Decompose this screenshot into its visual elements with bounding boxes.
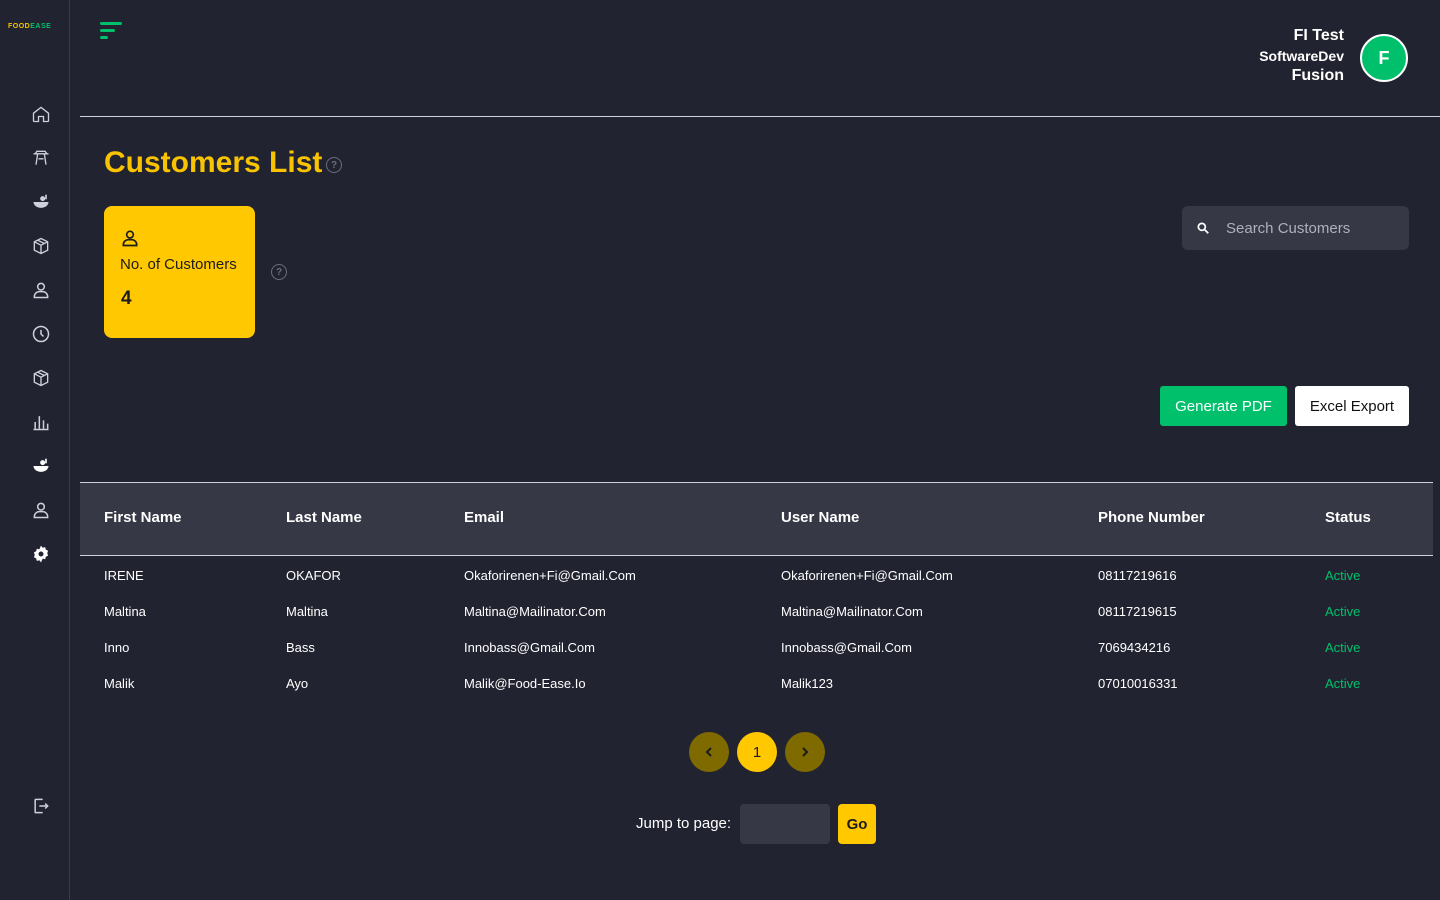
go-button[interactable]: Go — [838, 804, 876, 844]
cell-email: Malik@Food-Ease.Io — [464, 676, 586, 691]
bar-chart-icon — [33, 416, 49, 431]
chevron-left-icon — [705, 747, 712, 757]
column-header-first-name[interactable]: First Name — [104, 509, 182, 526]
logout-button[interactable] — [29, 794, 53, 818]
clock-icon — [32, 325, 50, 343]
search-input[interactable] — [1226, 219, 1401, 237]
logo-text-food: FOOD — [8, 23, 31, 30]
sidebar-item-reports[interactable] — [29, 410, 53, 434]
cell-first-name: Inno — [104, 640, 130, 655]
sidebar-item-inventory[interactable] — [29, 234, 53, 258]
cell-first-name: Maltina — [104, 604, 146, 619]
hamburger-menu-icon — [100, 22, 122, 39]
cell-last-name: Maltina — [286, 604, 328, 619]
dining-table-icon — [33, 150, 49, 165]
cell-email: Innobass@Gmail.Com — [464, 640, 595, 655]
cell-email: Maltina@Mailinator.Com — [464, 604, 606, 619]
cell-phone: 08117219615 — [1098, 604, 1177, 619]
column-header-user-name[interactable]: User Name — [781, 509, 859, 526]
brand-logo[interactable]: FOODEASE — [8, 23, 51, 30]
user-icon — [122, 230, 138, 247]
sidebar-item-customers[interactable] — [29, 278, 53, 302]
home-icon — [32, 106, 50, 123]
menu-toggle-button[interactable] — [98, 20, 124, 42]
next-page-button[interactable] — [785, 732, 825, 772]
status-badge: Active — [1325, 676, 1361, 691]
sidebar-item-products[interactable] — [29, 366, 53, 390]
user-name-line3: Fusion — [1291, 67, 1344, 85]
help-icon[interactable]: ? — [326, 157, 342, 173]
table-header: First Name Last Name Email User Name Pho… — [80, 482, 1433, 556]
table-row[interactable]: Maltina Maltina Maltina@Mailinator.Com M… — [80, 594, 1433, 630]
logout-icon — [34, 798, 49, 814]
box-icon — [33, 237, 49, 255]
chevron-right-icon — [802, 747, 809, 757]
sidebar-item-settings[interactable] — [29, 542, 53, 566]
column-header-status[interactable]: Status — [1325, 509, 1371, 526]
sidebar-item-staff[interactable] — [29, 498, 53, 522]
user-icon — [33, 282, 49, 299]
sidebar-item-home[interactable] — [29, 102, 53, 126]
previous-page-button[interactable] — [689, 732, 729, 772]
search-box — [1182, 206, 1409, 250]
cell-user-name: Malik123 — [781, 676, 834, 691]
table-row[interactable]: Malik Ayo Malik@Food-Ease.Io Malik123 07… — [80, 666, 1433, 702]
sidebar-item-food[interactable] — [29, 454, 53, 478]
cell-user-name: Innobass@Gmail.Com — [781, 640, 912, 655]
status-badge: Active — [1325, 604, 1361, 619]
cell-last-name: Ayo — [286, 676, 309, 691]
user-info: FI Test SoftwareDev Fusion — [1259, 25, 1344, 87]
excel-export-button[interactable]: Excel Export — [1295, 386, 1409, 426]
status-badge: Active — [1325, 640, 1361, 655]
stat-value: 4 — [121, 288, 132, 309]
column-header-email[interactable]: Email — [464, 509, 504, 526]
sidebar-item-history[interactable] — [29, 322, 53, 346]
sidebar-item-menu[interactable] — [29, 190, 53, 214]
cell-user-name: Maltina@Mailinator.Com — [781, 604, 923, 619]
cell-last-name: OKAFOR — [286, 568, 341, 583]
food-bowl-icon — [33, 194, 49, 208]
jump-to-page-input[interactable] — [740, 804, 830, 844]
customer-count-card: No. of Customers 4 — [104, 206, 255, 338]
column-header-phone[interactable]: Phone Number — [1098, 509, 1205, 526]
page-number-button[interactable]: 1 — [737, 732, 777, 772]
user-name-line2: SoftwareDev — [1259, 47, 1344, 64]
column-header-last-name[interactable]: Last Name — [286, 509, 362, 526]
search-icon — [1197, 222, 1209, 234]
customers-table: First Name Last Name Email User Name Pho… — [80, 482, 1433, 702]
jump-to-page-label: Jump to page: — [636, 815, 732, 832]
cell-phone: 08117219616 — [1098, 568, 1177, 583]
cell-last-name: Bass — [286, 640, 315, 655]
cell-email: Okaforirenen+Fi@Gmail.Com — [464, 568, 636, 583]
stat-help-icon[interactable]: ? — [271, 264, 287, 280]
food-icon — [33, 458, 49, 472]
user-name-line1: FI Test — [1293, 27, 1344, 44]
cell-first-name: Malik — [104, 676, 135, 691]
table-row[interactable]: Inno Bass Innobass@Gmail.Com Innobass@Gm… — [80, 630, 1433, 666]
status-badge: Active — [1325, 568, 1361, 583]
sidebar: FOODEASE — [0, 0, 70, 900]
cell-phone: 07010016331 — [1098, 676, 1178, 691]
page-title: Customers List — [104, 146, 323, 179]
package-icon — [33, 369, 49, 387]
sidebar-item-tables[interactable] — [29, 146, 53, 170]
cell-user-name: Okaforirenen+Fi@Gmail.Com — [781, 568, 953, 583]
generate-pdf-button[interactable]: Generate PDF — [1160, 386, 1287, 426]
cell-first-name: IRENE — [104, 568, 144, 583]
table-row[interactable]: IRENE OKAFOR Okaforirenen+Fi@Gmail.Com O… — [80, 558, 1433, 594]
logo-text-ease: EASE — [30, 23, 52, 30]
stat-label: No. of Customers — [120, 256, 237, 273]
header-divider — [80, 116, 1440, 117]
cell-phone: 7069434216 — [1098, 640, 1171, 655]
user-icon — [33, 502, 49, 519]
settings-gear-icon — [33, 545, 49, 563]
avatar[interactable]: F — [1360, 34, 1408, 82]
